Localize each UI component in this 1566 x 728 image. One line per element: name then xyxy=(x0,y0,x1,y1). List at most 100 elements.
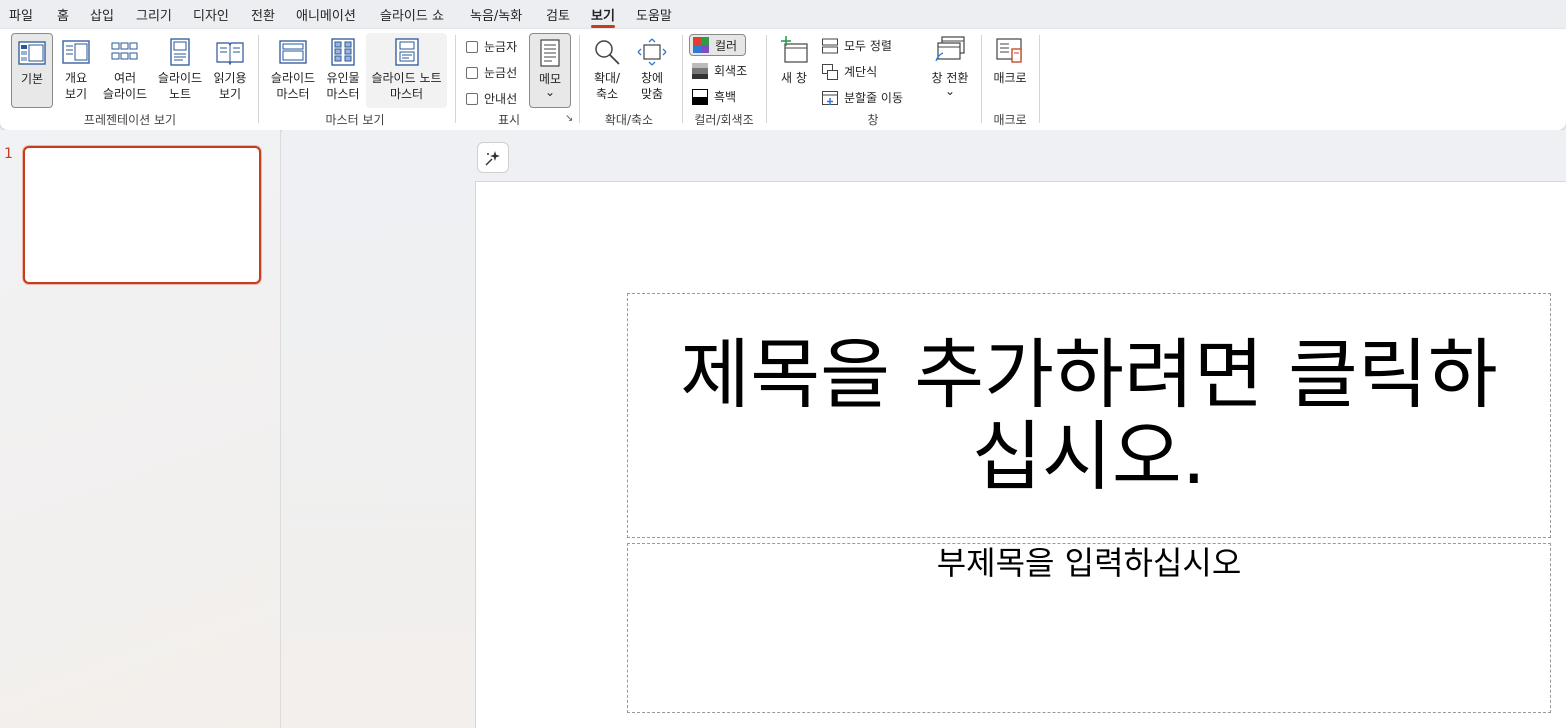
menu-bar: 파일 홈 삽입 그리기 디자인 전환 애니메이션 슬라이드 쇼 녹음/녹화 검토… xyxy=(0,0,1566,29)
notes-page-button[interactable]: 슬라이드 노트 xyxy=(154,33,206,108)
dialog-launcher-icon[interactable]: ↘ xyxy=(565,113,573,124)
tab-design[interactable]: 디자인 xyxy=(193,5,229,24)
notes-master-button[interactable]: 슬라이드 노트 마스터 xyxy=(366,33,447,108)
magnifier-icon xyxy=(595,40,620,65)
group-divider xyxy=(766,35,767,123)
group-divider xyxy=(579,35,580,123)
tab-slideshow[interactable]: 슬라이드 쇼 xyxy=(380,5,444,24)
designer-button[interactable] xyxy=(477,142,509,173)
cascade-button[interactable]: 계단식 xyxy=(822,63,877,80)
tab-animations[interactable]: 애니메이션 xyxy=(296,5,356,24)
group-divider xyxy=(455,35,456,123)
grayscale-label: 회색조 xyxy=(714,64,748,78)
fit-line1: 창에 xyxy=(640,71,664,85)
handout-master-icon xyxy=(331,38,355,66)
tab-review[interactable]: 검토 xyxy=(546,5,570,24)
macros-icon xyxy=(996,38,1022,63)
subtitle-placeholder-text: 부제목을 입력하십시오 xyxy=(936,544,1242,582)
slide-canvas[interactable]: 제목을 추가하려면 클릭하십시오. 부제목을 입력하십시오 xyxy=(475,181,1566,728)
zoom-line1: 확대/ xyxy=(593,71,621,85)
slide-master-line2: 마스터 xyxy=(276,87,310,101)
grayscale-icon xyxy=(692,62,708,79)
cascade-icon xyxy=(822,63,838,80)
ribbon: 기본 개요 보기 여러 슬라이드 슬라이드 노트 읽기용 보기 프레젠테이션 보… xyxy=(0,29,1566,130)
notes-master-line2: 마스터 xyxy=(389,87,424,101)
guides-checkbox[interactable]: 안내선 xyxy=(466,90,517,107)
switch-windows-icon xyxy=(935,36,965,62)
guides-label: 안내선 xyxy=(484,92,518,106)
reading-view-line2: 보기 xyxy=(218,87,242,101)
color-group-label: 컬러/회색조 xyxy=(694,113,754,127)
reading-view-icon xyxy=(216,42,244,66)
group-divider xyxy=(258,35,259,123)
outline-view-button[interactable]: 개요 보기 xyxy=(58,33,94,108)
chevron-down-icon: ⌄ xyxy=(544,85,556,99)
show-group-label: 표시 xyxy=(497,113,521,127)
outline-view-line1: 개요 xyxy=(64,71,88,85)
slide-master-line1: 슬라이드 xyxy=(270,71,316,85)
fit-line2: 맞춤 xyxy=(640,87,664,101)
ruler-checkbox[interactable]: 눈금자 xyxy=(466,38,517,55)
slide-sorter-line2: 슬라이드 xyxy=(102,87,148,101)
designer-sparkle-icon xyxy=(485,150,500,165)
tab-transitions[interactable]: 전환 xyxy=(251,5,275,24)
ruler-label: 눈금자 xyxy=(484,40,518,54)
tab-draw[interactable]: 그리기 xyxy=(136,5,172,24)
arrange-all-button[interactable]: 모두 정렬 xyxy=(822,37,892,54)
tab-file[interactable]: 파일 xyxy=(9,5,33,24)
color-swatch-icon xyxy=(693,37,709,53)
group-divider xyxy=(981,35,982,123)
color-label: 컬러 xyxy=(715,38,738,53)
master-views-group-label: 마스터 보기 xyxy=(325,113,385,127)
tab-home[interactable]: 홈 xyxy=(57,5,69,24)
cascade-label: 계단식 xyxy=(844,65,878,79)
title-placeholder[interactable]: 제목을 추가하려면 클릭하십시오. xyxy=(627,293,1551,538)
gridlines-checkbox-box[interactable] xyxy=(466,66,478,79)
macros-button[interactable]: 매크로 xyxy=(990,33,1030,108)
ruler-checkbox-box[interactable] xyxy=(466,40,478,53)
fit-window-icon xyxy=(637,38,667,66)
new-window-button[interactable]: 새 창 xyxy=(775,33,813,108)
normal-view-icon xyxy=(18,41,46,65)
tab-insert[interactable]: 삽입 xyxy=(90,5,114,24)
slide-thumbnail-pane: 1 xyxy=(0,130,281,728)
notes-master-icon xyxy=(394,38,419,66)
tab-view[interactable]: 보기 xyxy=(591,5,615,28)
new-window-icon xyxy=(781,36,808,63)
new-window-label: 새 창 xyxy=(781,71,807,85)
slide-master-button[interactable]: 슬라이드 마스터 xyxy=(266,33,320,108)
outline-view-line2: 보기 xyxy=(64,87,88,101)
reading-view-button[interactable]: 읽기용 보기 xyxy=(208,33,252,108)
notes-master-line1: 슬라이드 노트 xyxy=(371,71,442,85)
fit-to-window-button[interactable]: 창에 맞춤 xyxy=(632,33,672,108)
move-split-button[interactable]: 분할줄 이동 xyxy=(822,89,903,106)
chevron-down-icon: ⌄ xyxy=(944,84,956,98)
move-split-icon xyxy=(822,90,838,105)
grayscale-button[interactable]: 회색조 xyxy=(692,62,747,79)
notes-button[interactable]: 메모 ⌄ xyxy=(529,33,571,108)
slide-number: 1 xyxy=(4,146,13,162)
notes-icon xyxy=(540,39,560,67)
gridlines-checkbox[interactable]: 눈금선 xyxy=(466,64,517,81)
normal-view-label: 기본 xyxy=(20,72,44,86)
slide-sorter-line1: 여러 xyxy=(113,71,137,85)
handout-master-line2: 마스터 xyxy=(326,87,360,101)
subtitle-placeholder[interactable]: 부제목을 입력하십시오 xyxy=(627,543,1551,713)
notes-page-line2: 노트 xyxy=(168,87,192,101)
slide-sorter-button[interactable]: 여러 슬라이드 xyxy=(98,33,152,108)
handout-master-button[interactable]: 유인물 마스터 xyxy=(322,33,364,108)
switch-windows-button[interactable]: 창 전환 ⌄ xyxy=(926,33,974,108)
normal-view-button[interactable]: 기본 xyxy=(11,33,53,108)
zoom-button[interactable]: 확대/ 축소 xyxy=(587,33,627,108)
tab-record[interactable]: 녹음/녹화 xyxy=(470,5,522,24)
slide-thumbnail[interactable] xyxy=(23,146,261,284)
slide-editing-area: 제목을 추가하려면 클릭하십시오. 부제목을 입력하십시오 xyxy=(282,130,1566,728)
arrange-all-icon xyxy=(822,38,838,53)
guides-checkbox-box[interactable] xyxy=(466,92,478,105)
window-group-label: 창 xyxy=(867,113,879,127)
black-white-button[interactable]: 흑백 xyxy=(692,88,736,105)
color-button[interactable]: 컬러 xyxy=(689,34,746,56)
tab-help[interactable]: 도움말 xyxy=(636,5,672,24)
zoom-line2: 축소 xyxy=(595,87,619,101)
notes-page-line1: 슬라이드 xyxy=(157,71,203,85)
